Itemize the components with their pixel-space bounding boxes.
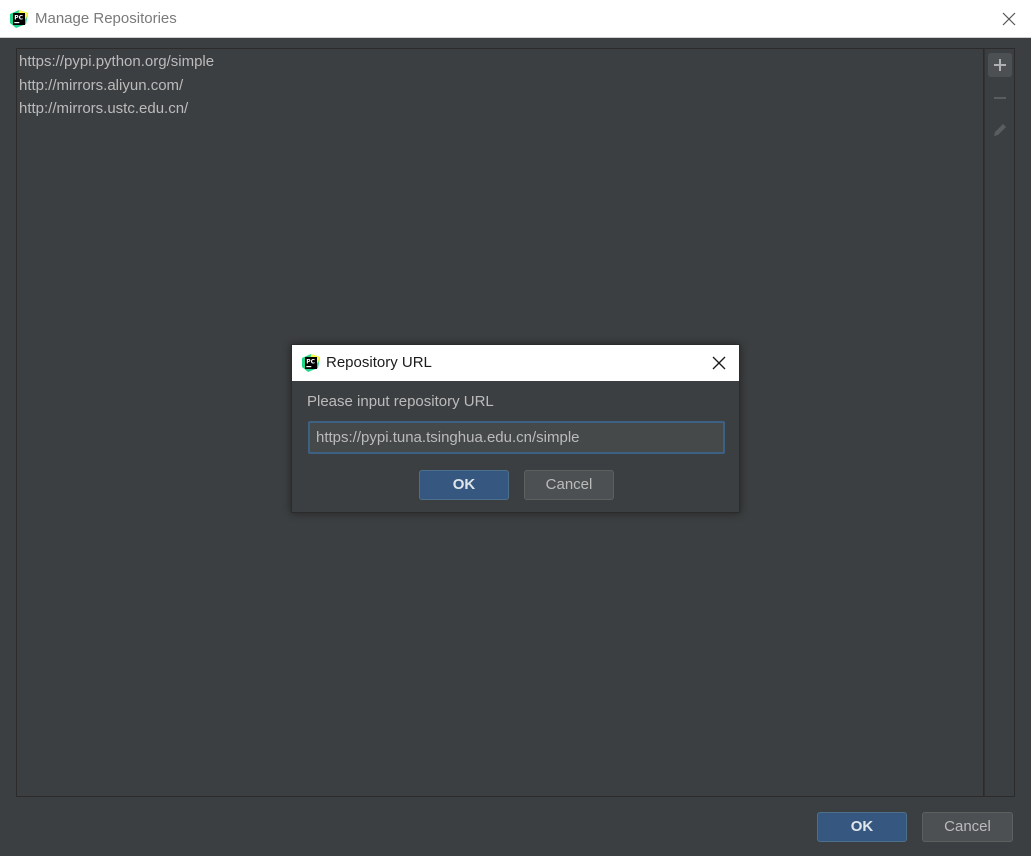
list-item[interactable]: http://mirrors.aliyun.com/ — [19, 76, 183, 96]
dialog-close-icon[interactable] — [711, 355, 727, 371]
list-toolbar — [984, 48, 1015, 797]
remove-repository-button[interactable] — [988, 86, 1012, 110]
close-icon[interactable] — [1001, 11, 1017, 27]
plus-icon — [994, 59, 1006, 71]
dialog-titlebar: PC Repository URL — [292, 345, 739, 381]
dialog-cancel-button[interactable]: Cancel — [524, 470, 614, 500]
minus-icon — [994, 97, 1006, 99]
window-titlebar: PC Manage Repositories — [0, 0, 1031, 38]
svg-text:PC: PC — [306, 359, 315, 366]
window-title: Manage Repositories — [35, 10, 177, 27]
pencil-icon — [994, 124, 1006, 136]
pycharm-app-icon: PC — [302, 354, 320, 372]
repository-url-dialog: PC Repository URL Please input repositor… — [291, 344, 740, 513]
add-repository-button[interactable] — [988, 53, 1012, 77]
ok-button[interactable]: OK — [817, 812, 907, 842]
svg-text:PC: PC — [14, 15, 23, 22]
list-item[interactable]: http://mirrors.ustc.edu.cn/ — [19, 99, 188, 119]
dialog-ok-button[interactable]: OK — [419, 470, 509, 500]
cancel-button[interactable]: Cancel — [922, 812, 1013, 842]
repository-url-input[interactable] — [308, 421, 725, 454]
dialog-title: Repository URL — [326, 354, 432, 371]
list-item[interactable]: https://pypi.python.org/simple — [19, 52, 214, 72]
edit-repository-button[interactable] — [988, 118, 1012, 142]
pycharm-app-icon: PC — [10, 10, 28, 28]
url-prompt-label: Please input repository URL — [307, 393, 494, 410]
